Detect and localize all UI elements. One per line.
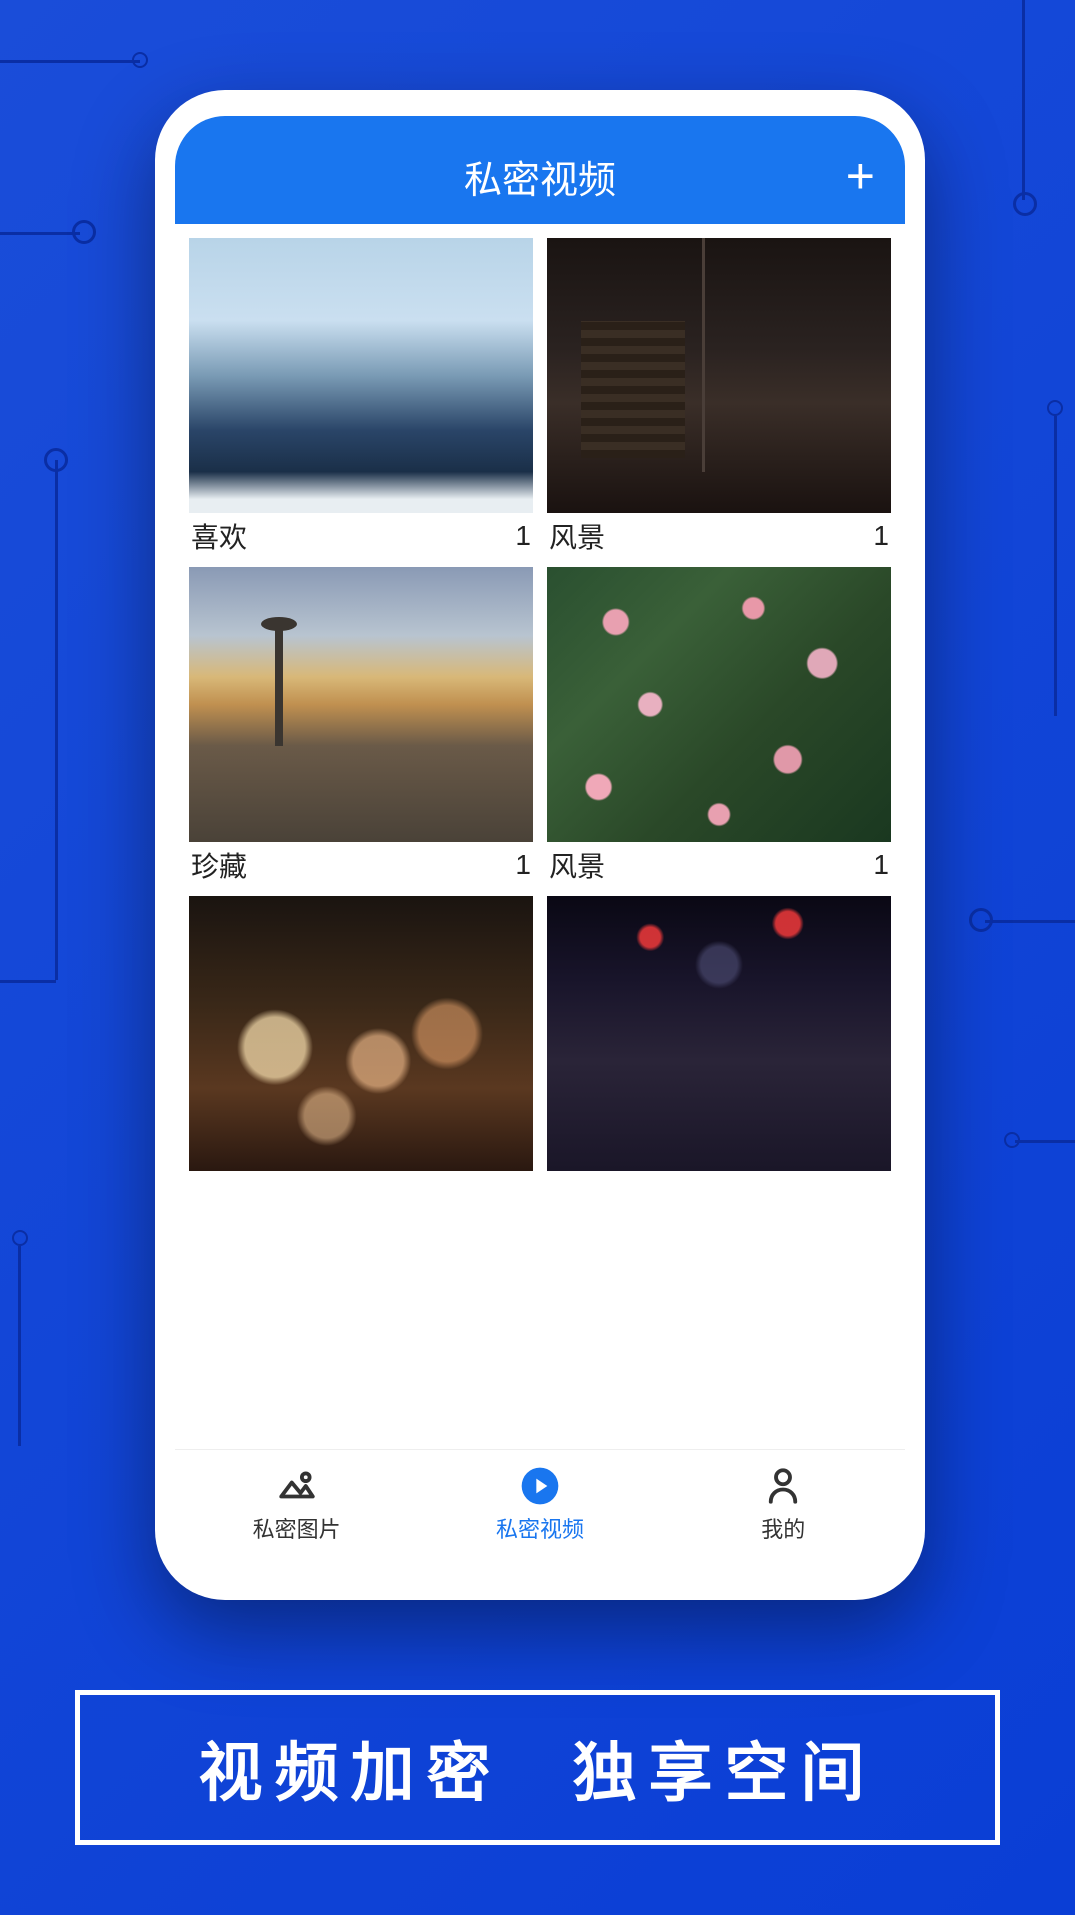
album-item[interactable]: 风景 1 xyxy=(547,238,891,553)
album-thumbnail xyxy=(547,896,891,1171)
album-item[interactable]: 风景 1 xyxy=(547,567,891,882)
album-info xyxy=(189,1171,533,1211)
app-header: 私密视频 + xyxy=(175,116,905,224)
album-label: 喜欢 xyxy=(191,516,247,556)
album-thumbnail xyxy=(547,238,891,513)
circuit-node xyxy=(1047,400,1063,416)
album-item[interactable] xyxy=(547,896,891,1211)
nav-profile[interactable]: 我的 xyxy=(723,1464,843,1544)
album-info: 珍藏 1 xyxy=(189,842,533,882)
image-icon xyxy=(275,1464,319,1508)
circuit-line xyxy=(0,980,56,983)
circuit-node xyxy=(72,220,96,244)
tagline-right: 独享空间 xyxy=(573,1722,877,1814)
album-thumbnail xyxy=(189,567,533,842)
album-info: 喜欢 1 xyxy=(189,513,533,553)
tagline-left: 视频加密 xyxy=(199,1722,503,1814)
nav-label: 私密视频 xyxy=(496,1512,584,1544)
album-label: 风景 xyxy=(549,516,605,556)
circuit-node xyxy=(44,448,68,472)
album-count: 1 xyxy=(873,520,889,552)
bottom-nav: 私密图片 私密视频 我的 xyxy=(175,1449,905,1564)
album-item[interactable]: 珍藏 1 xyxy=(189,567,533,882)
album-item[interactable]: 喜欢 1 xyxy=(189,238,533,553)
person-icon xyxy=(761,1464,805,1508)
circuit-line xyxy=(55,460,58,980)
album-info: 风景 1 xyxy=(547,842,891,882)
album-thumbnail xyxy=(189,896,533,1171)
circuit-line xyxy=(1054,416,1057,716)
plus-icon: + xyxy=(846,148,875,204)
nav-private-videos[interactable]: 私密视频 xyxy=(480,1464,600,1544)
album-count: 1 xyxy=(873,849,889,881)
phone-frame: 私密视频 + 喜欢 1 风景 1 xyxy=(155,90,925,1600)
circuit-line xyxy=(0,60,140,63)
circuit-node xyxy=(132,52,148,68)
circuit-node xyxy=(12,1230,28,1246)
album-count: 1 xyxy=(515,849,531,881)
nav-label: 私密图片 xyxy=(253,1512,341,1544)
circuit-line xyxy=(1015,1140,1075,1143)
nav-private-images[interactable]: 私密图片 xyxy=(237,1464,357,1544)
header-title: 私密视频 xyxy=(464,149,616,204)
circuit-line xyxy=(985,920,1075,923)
album-label: 珍藏 xyxy=(191,845,247,885)
album-grid[interactable]: 喜欢 1 风景 1 珍藏 1 风景 xyxy=(175,224,905,1449)
album-item[interactable] xyxy=(189,896,533,1211)
phone-screen: 私密视频 + 喜欢 1 风景 1 xyxy=(175,116,905,1564)
circuit-node xyxy=(969,908,993,932)
circuit-line xyxy=(1022,0,1025,200)
promo-tagline: 视频加密 独享空间 xyxy=(75,1690,1000,1845)
album-label: 风景 xyxy=(549,845,605,885)
circuit-node xyxy=(1004,1132,1020,1148)
album-thumbnail xyxy=(547,567,891,842)
album-count: 1 xyxy=(515,520,531,552)
add-button[interactable]: + xyxy=(846,147,875,205)
circuit-node xyxy=(1013,192,1037,216)
album-info xyxy=(547,1171,891,1211)
circuit-line xyxy=(0,232,80,235)
album-thumbnail xyxy=(189,238,533,513)
nav-label: 我的 xyxy=(761,1512,805,1544)
play-icon xyxy=(518,1464,562,1508)
circuit-line xyxy=(18,1246,21,1446)
album-info: 风景 1 xyxy=(547,513,891,553)
